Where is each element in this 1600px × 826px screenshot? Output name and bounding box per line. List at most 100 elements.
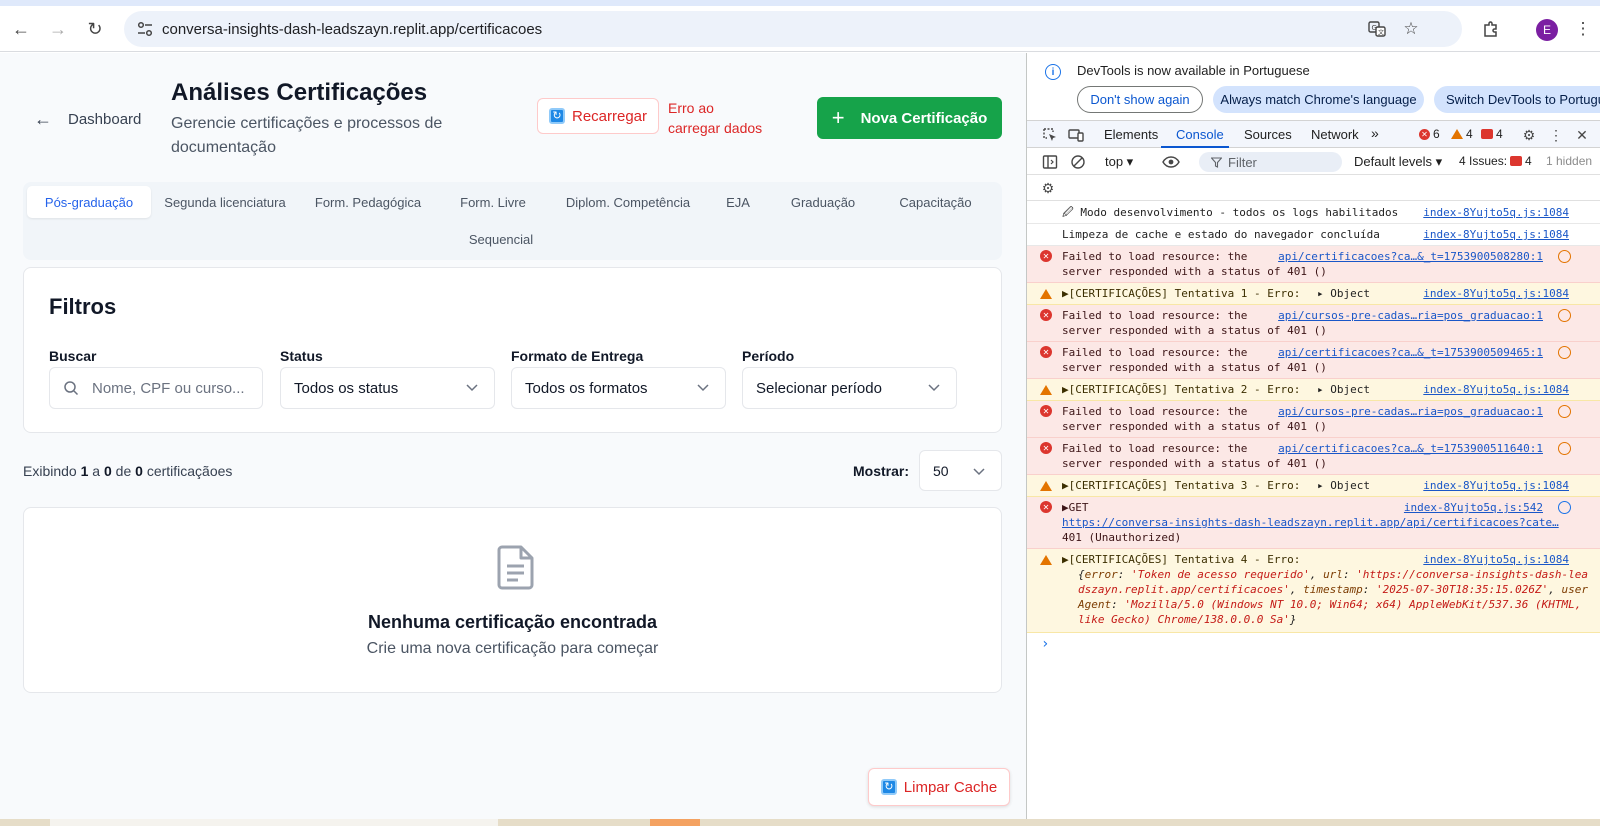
network-request-icon[interactable] — [1558, 501, 1571, 514]
close-icon[interactable]: ✕ — [1573, 126, 1591, 144]
clear-cache-button[interactable]: ↻ Limpar Cache — [868, 768, 1010, 806]
infobar-text: DevTools is now available in Portuguese — [1077, 63, 1310, 78]
back-arrow-icon[interactable]: ← — [6, 14, 36, 44]
object-key: timestamp — [1303, 583, 1363, 596]
search-label: Buscar — [49, 348, 97, 364]
message-source-link[interactable]: index-8Yujto5q.js:1084 — [1423, 552, 1569, 567]
sync-icon: ↻ — [880, 779, 897, 795]
devtools-menu-icon[interactable]: ⋮ — [1547, 126, 1565, 144]
console-error-message: ✕ Failed to load resource: the api/curso… — [1027, 305, 1600, 342]
tab-eja[interactable]: EJA — [713, 186, 763, 218]
network-request-icon[interactable] — [1558, 442, 1571, 455]
object-expander[interactable]: ▸ Object — [1317, 479, 1370, 492]
status-select[interactable]: Todos os status — [280, 367, 495, 409]
forward-arrow-icon[interactable]: → — [43, 14, 73, 44]
translate-icon[interactable]: G文 — [1367, 19, 1387, 39]
message-source-link[interactable]: index-8Yujto5q.js:1084 — [1423, 478, 1569, 493]
message-text[interactable]: ▶[CERTIFICAÇÕES] Tentativa 1 - Erro: — [1062, 287, 1300, 300]
console-filter-input[interactable]: Filter — [1199, 152, 1342, 172]
message-source-link[interactable]: index-8Yujto5q.js:1084 — [1423, 382, 1569, 397]
console-prompt[interactable]: › — [1027, 633, 1600, 655]
tab-graduacao[interactable]: Graduação — [778, 186, 868, 218]
object-expander[interactable]: ▸ Object — [1317, 287, 1370, 300]
reload-button[interactable]: ↻ Recarregar — [537, 98, 659, 134]
taskbar-segment — [50, 819, 498, 826]
tab-sequencial[interactable]: Sequencial — [451, 223, 551, 255]
tab-pos-graduacao[interactable]: Pós-graduação — [27, 186, 151, 218]
tab-capacitacao[interactable]: Capacitação — [878, 186, 993, 218]
message-text[interactable]: ▶[CERTIFICAÇÕES] Tentativa 3 - Erro: — [1062, 479, 1300, 492]
extensions-icon[interactable] — [1478, 16, 1504, 42]
switch-language-button[interactable]: Switch DevTools to Portuguese — [1434, 86, 1600, 113]
message-text[interactable]: ▶[CERTIFICAÇÕES] Tentativa 4 - Erro: — [1062, 553, 1300, 566]
star-icon[interactable]: ☆ — [1401, 19, 1421, 39]
error-icon: ✕ — [1040, 442, 1052, 454]
message-text[interactable]: ▶GET — [1062, 501, 1089, 514]
dont-show-again-button[interactable]: Don't show again — [1077, 86, 1203, 113]
tab-network[interactable]: Network — [1311, 127, 1359, 142]
issues-link[interactable]: 4 Issues: 4 — [1459, 154, 1532, 168]
message-resource-link[interactable]: api/cursos-pre-cadas…ria=pos_graduacao:1 — [1278, 404, 1543, 419]
console-message: 🖉 Modo desenvolvimento - todos os logs h… — [1027, 202, 1600, 224]
search-field[interactable] — [49, 367, 263, 409]
clear-console-icon[interactable] — [1069, 153, 1087, 171]
address-bar[interactable]: conversa-insights-dash-leadszayn.replit.… — [124, 11, 1462, 47]
error-object-preview[interactable]: {error: 'Token de acesso requerido', url… — [1062, 567, 1593, 627]
search-input[interactable] — [92, 379, 252, 397]
more-tabs-icon[interactable]: » — [1371, 125, 1379, 141]
clear-cache-label: Limpar Cache — [903, 778, 998, 796]
reload-icon[interactable]: ↻ — [80, 14, 110, 44]
message-resource-link[interactable]: api/certificacoes?ca…&_t=1753900508280:1 — [1278, 249, 1543, 264]
tab-sources[interactable]: Sources — [1244, 127, 1292, 142]
message-resource-link[interactable]: api/cursos-pre-cadas…ria=pos_graduacao:1 — [1278, 308, 1543, 323]
tab-segunda-licenciatura[interactable]: Segunda licenciatura — [159, 186, 291, 218]
network-request-icon[interactable] — [1558, 346, 1571, 359]
message-source-link[interactable]: index-8Yujto5q.js:1084 — [1423, 205, 1569, 220]
message-source-link[interactable]: index-8Yujto5q.js:1084 — [1423, 227, 1569, 242]
context-selector[interactable]: top ▾ — [1105, 154, 1133, 170]
tab-diplom-competencia[interactable]: Diplom. Competência — [553, 186, 703, 218]
warning-count-badge[interactable]: 4 — [1451, 127, 1473, 141]
new-certification-button[interactable]: + Nova Certificação — [817, 97, 1002, 139]
inspect-element-icon[interactable] — [1041, 126, 1059, 144]
device-toolbar-icon[interactable] — [1067, 126, 1085, 144]
issues-count: 4 — [1525, 154, 1532, 168]
message-text[interactable]: ▶[CERTIFICAÇÕES] Tentativa 2 - Erro: — [1062, 383, 1300, 396]
console-warning-message: ▶[CERTIFICAÇÕES] Tentativa 1 - Erro: ▸ O… — [1027, 283, 1600, 305]
profile-avatar[interactable]: E — [1536, 19, 1558, 41]
tab-form-pedagogica[interactable]: Form. Pedagógica — [303, 186, 433, 218]
tab-console[interactable]: Console — [1176, 127, 1224, 142]
console-warning-message: ▶[CERTIFICAÇÕES] Tentativa 4 - Erro: ind… — [1027, 549, 1600, 633]
tab-elements[interactable]: Elements — [1104, 127, 1158, 142]
request-url-link[interactable]: https://conversa-insights-dash-leadszayn… — [1062, 516, 1559, 529]
browser-menu-icon[interactable]: ⋮ — [1570, 16, 1596, 42]
message-resource-link[interactable]: api/certificacoes?ca…&_t=1753900511640:1 — [1278, 441, 1543, 456]
match-language-button[interactable]: Always match Chrome's language — [1213, 86, 1424, 113]
network-request-icon[interactable] — [1558, 405, 1571, 418]
format-select[interactable]: Todos os formatos — [511, 367, 726, 409]
summary-total: 0 — [135, 463, 143, 479]
log-levels-dropdown[interactable]: Default levels ▾ — [1354, 154, 1442, 170]
taskbar-strip — [0, 819, 1600, 826]
message-resource-link[interactable]: api/certificacoes?ca…&_t=1753900509465:1 — [1278, 345, 1543, 360]
issues-count-badge[interactable]: 4 — [1481, 127, 1503, 141]
message-source-link[interactable]: index-8Yujto5q.js:542 — [1404, 500, 1543, 515]
gear-icon[interactable]: ⚙ — [1520, 126, 1538, 144]
summary-suffix: certificaçãoes — [146, 463, 233, 479]
message-text: Failed to load resource: the — [1062, 442, 1248, 455]
error-count-badge[interactable]: ✕ 6 — [1419, 127, 1440, 141]
console-settings-gear-icon[interactable]: ⚙ — [1039, 179, 1057, 197]
url-text[interactable]: conversa-insights-dash-leadszayn.replit.… — [162, 21, 542, 38]
network-request-icon[interactable] — [1558, 309, 1571, 322]
page-subtitle: Gerencie certificações e processos de do… — [171, 115, 443, 156]
site-settings-icon[interactable] — [136, 20, 154, 38]
back-to-dashboard-link[interactable]: ← Dashboard — [34, 109, 141, 130]
object-expander[interactable]: ▸ Object — [1317, 383, 1370, 396]
eye-icon[interactable] — [1162, 153, 1180, 171]
tab-form-livre[interactable]: Form. Livre — [443, 186, 543, 218]
message-source-link[interactable]: index-8Yujto5q.js:1084 — [1423, 286, 1569, 301]
sidebar-toggle-icon[interactable] — [1041, 153, 1059, 171]
page-size-select[interactable]: 50 — [919, 450, 1002, 491]
period-select[interactable]: Selecionar período — [742, 367, 957, 409]
network-request-icon[interactable] — [1558, 250, 1571, 263]
